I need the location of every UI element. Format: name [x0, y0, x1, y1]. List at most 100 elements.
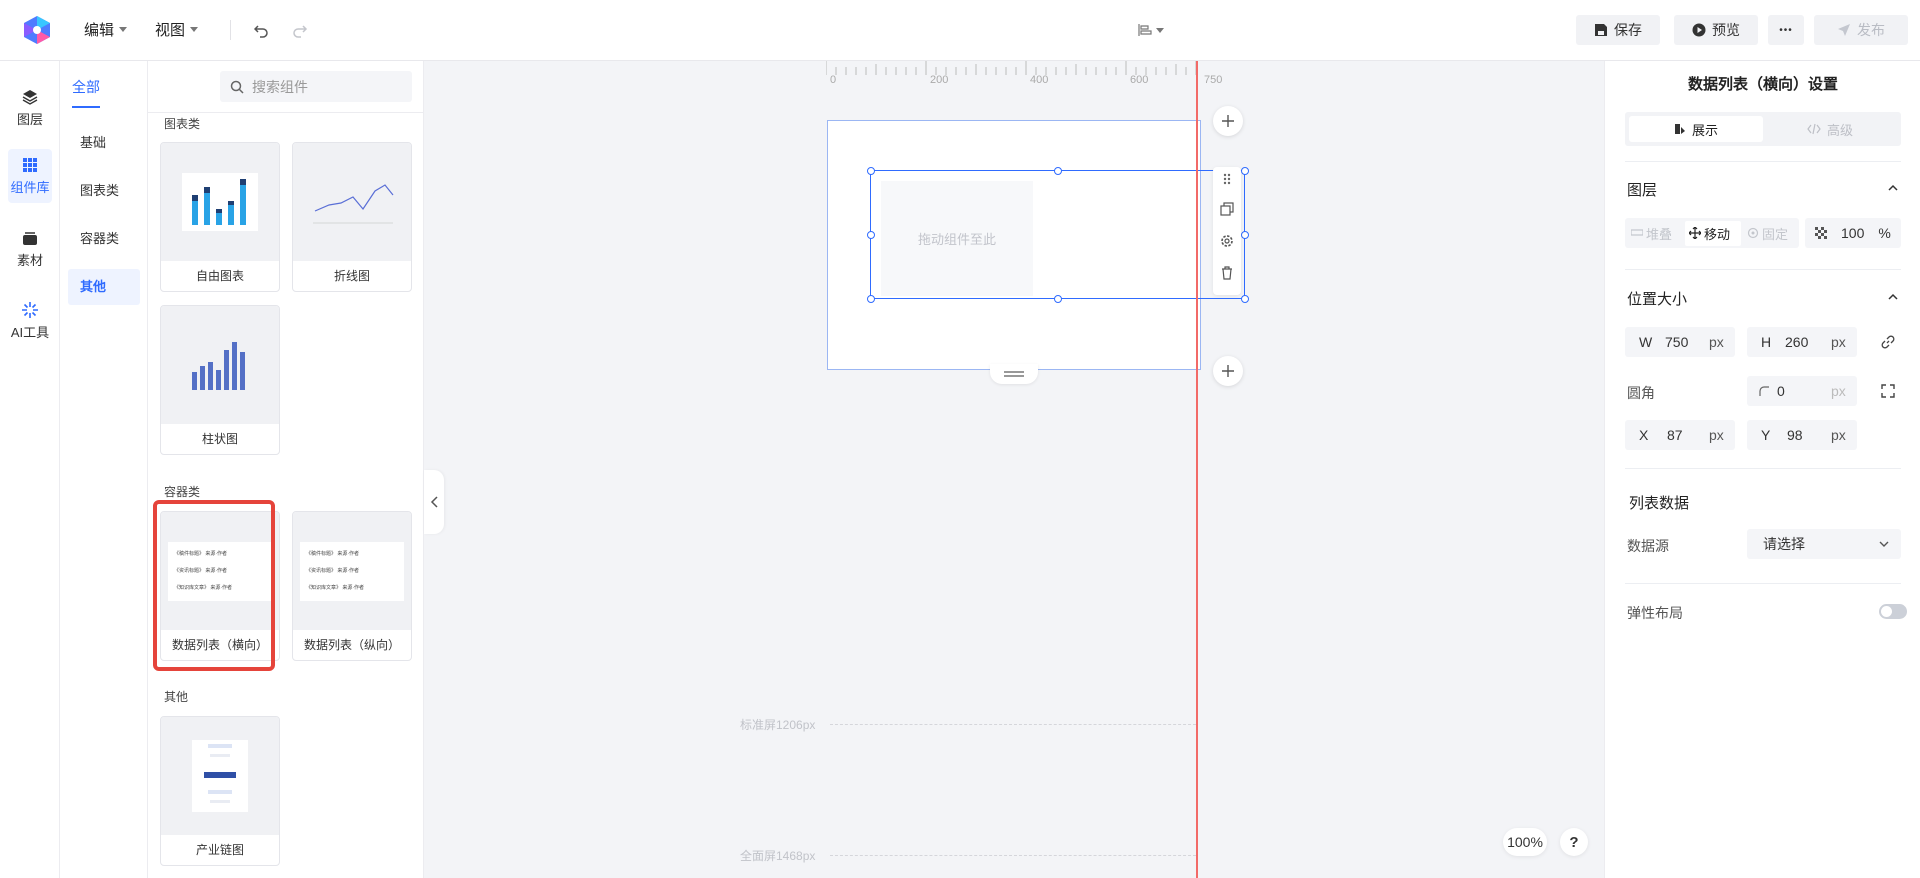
radius-value: 0: [1777, 383, 1785, 399]
component-card-free-chart[interactable]: 自由图表: [160, 142, 280, 292]
component-card-line-chart[interactable]: 折线图: [292, 142, 412, 292]
link-icon[interactable]: [1881, 335, 1895, 349]
category-other[interactable]: 其他: [68, 269, 140, 305]
preview-label: 预览: [1712, 22, 1740, 38]
preview-row: 《资讯标题》 来源·作者: [306, 567, 360, 574]
resize-handle[interactable]: [1054, 295, 1062, 303]
chevron-up-icon[interactable]: [1888, 292, 1898, 302]
chevron-up-icon[interactable]: [1888, 183, 1898, 193]
publish-button[interactable]: 发布: [1814, 15, 1908, 45]
data-source-select[interactable]: 请选择: [1747, 529, 1901, 559]
plus-icon: [1222, 365, 1234, 377]
flex-layout-toggle[interactable]: [1879, 604, 1907, 619]
x-value: 87: [1667, 427, 1683, 443]
rail-item-components[interactable]: 组件库: [8, 149, 52, 203]
category-basic[interactable]: 基础: [68, 125, 140, 161]
app-logo[interactable]: [22, 15, 52, 45]
preview-row: 《知识库文章》 来源·作者: [306, 584, 365, 591]
publish-label: 发布: [1857, 22, 1885, 38]
section-containers: 容器类: [164, 485, 201, 499]
left-rail: 图层 组件库 素材 AI工具: [0, 61, 60, 878]
resize-handle[interactable]: [1241, 167, 1249, 175]
more-icon: •••: [1779, 24, 1793, 36]
align-left-icon: [1138, 24, 1152, 36]
copy-icon[interactable]: [1219, 201, 1235, 217]
resize-handle[interactable]: [867, 295, 875, 303]
height-input[interactable]: H 260 px: [1747, 327, 1857, 357]
search-input[interactable]: 搜索组件: [220, 71, 412, 102]
gear-icon[interactable]: [1219, 233, 1235, 249]
opacity-unit: %: [1878, 225, 1891, 241]
layer-section-title: 图层: [1627, 182, 1658, 199]
resize-handle[interactable]: [1241, 231, 1249, 239]
rail-item-layers[interactable]: 图层: [8, 81, 52, 135]
section-charts: 图表类: [164, 117, 201, 131]
rail-item-assets[interactable]: 素材: [8, 222, 52, 276]
divider: [1625, 161, 1901, 162]
x-label: X: [1639, 427, 1649, 443]
trash-icon[interactable]: [1219, 265, 1235, 281]
layer-mode-group: 堆叠 移动 固定: [1625, 218, 1799, 248]
category-containers[interactable]: 容器类: [68, 221, 140, 257]
code-icon: [1807, 123, 1821, 135]
save-icon: [1595, 24, 1607, 36]
add-above-button[interactable]: [1213, 106, 1243, 136]
redo-icon[interactable]: [289, 19, 311, 41]
save-button[interactable]: 保存: [1576, 15, 1660, 45]
x-input[interactable]: X 87 px: [1625, 420, 1735, 450]
undo-icon[interactable]: [250, 19, 272, 41]
align-menu[interactable]: [1136, 19, 1166, 41]
card-caption: 折线图: [333, 269, 370, 283]
caret-down-icon: [119, 27, 128, 32]
component-card-industry-chain[interactable]: 产业链图: [160, 716, 280, 866]
resize-handle[interactable]: [1241, 295, 1249, 303]
expand-corners-icon[interactable]: [1881, 384, 1895, 398]
zoom-level[interactable]: 100%: [1503, 828, 1547, 856]
component-card-list-vertical[interactable]: 《稿件标题》 来源·作者 《资讯标题》 来源·作者 《知识库文章》 来源·作者 …: [292, 511, 412, 661]
tab-advanced[interactable]: 高级: [1763, 116, 1897, 142]
help-button[interactable]: ?: [1560, 828, 1588, 856]
ruler-label: 400: [1030, 74, 1049, 86]
resize-handle[interactable]: [867, 167, 875, 175]
artboard-resize-grip[interactable]: [990, 364, 1038, 384]
move-icon: [1689, 227, 1701, 239]
radius-input[interactable]: 0 px: [1747, 376, 1857, 406]
resize-handle[interactable]: [1054, 167, 1062, 175]
free-chart-thumbnail: [161, 143, 279, 261]
grid-icon: [23, 158, 37, 172]
edit-menu[interactable]: 编辑: [84, 19, 128, 40]
preview-button[interactable]: 预览: [1674, 15, 1758, 45]
y-unit: px: [1831, 427, 1846, 443]
component-toolbar: [1213, 167, 1241, 295]
resize-handle[interactable]: [867, 231, 875, 239]
view-menu[interactable]: 视图: [155, 19, 199, 40]
rail-label: 素材: [16, 253, 43, 268]
width-value: 750: [1665, 334, 1689, 350]
settings-panel: 数据列表（横向）设置 展示 高级 图层 堆叠 移动 固定 100 % 位置大小 …: [1604, 61, 1920, 878]
collapse-panel-button[interactable]: [424, 470, 444, 534]
category-charts[interactable]: 图表类: [68, 173, 140, 209]
more-button[interactable]: •••: [1768, 15, 1804, 45]
list-v-thumbnail: 《稿件标题》 来源·作者 《资讯标题》 来源·作者 《知识库文章》 来源·作者: [293, 512, 411, 630]
data-source-value: 请选择: [1763, 536, 1805, 552]
add-below-button[interactable]: [1213, 356, 1243, 386]
component-card-bar-chart[interactable]: 柱状图: [160, 305, 280, 455]
display-icon: [1674, 124, 1685, 134]
tab-all[interactable]: 全部: [72, 77, 100, 108]
layer-move-option[interactable]: 移动: [1685, 220, 1741, 246]
caret-down-icon: [1156, 27, 1164, 33]
bar-chart-thumbnail: [161, 306, 279, 424]
rail-item-ai-tools[interactable]: AI工具: [8, 294, 52, 348]
selected-component[interactable]: [870, 170, 1245, 299]
width-input[interactable]: W 750 px: [1625, 327, 1735, 357]
tab-label: 高级: [1826, 122, 1853, 138]
drag-handle-icon[interactable]: [1219, 171, 1235, 187]
send-icon: [1838, 24, 1850, 36]
layer-fixed-option[interactable]: 固定: [1747, 224, 1788, 243]
y-value: 98: [1787, 427, 1803, 443]
opacity-input[interactable]: 100 %: [1805, 218, 1901, 248]
layer-stack-option[interactable]: 堆叠: [1631, 224, 1685, 243]
y-input[interactable]: Y 98 px: [1747, 420, 1857, 450]
tab-display[interactable]: 展示: [1629, 116, 1763, 142]
y-label: Y: [1761, 427, 1771, 443]
